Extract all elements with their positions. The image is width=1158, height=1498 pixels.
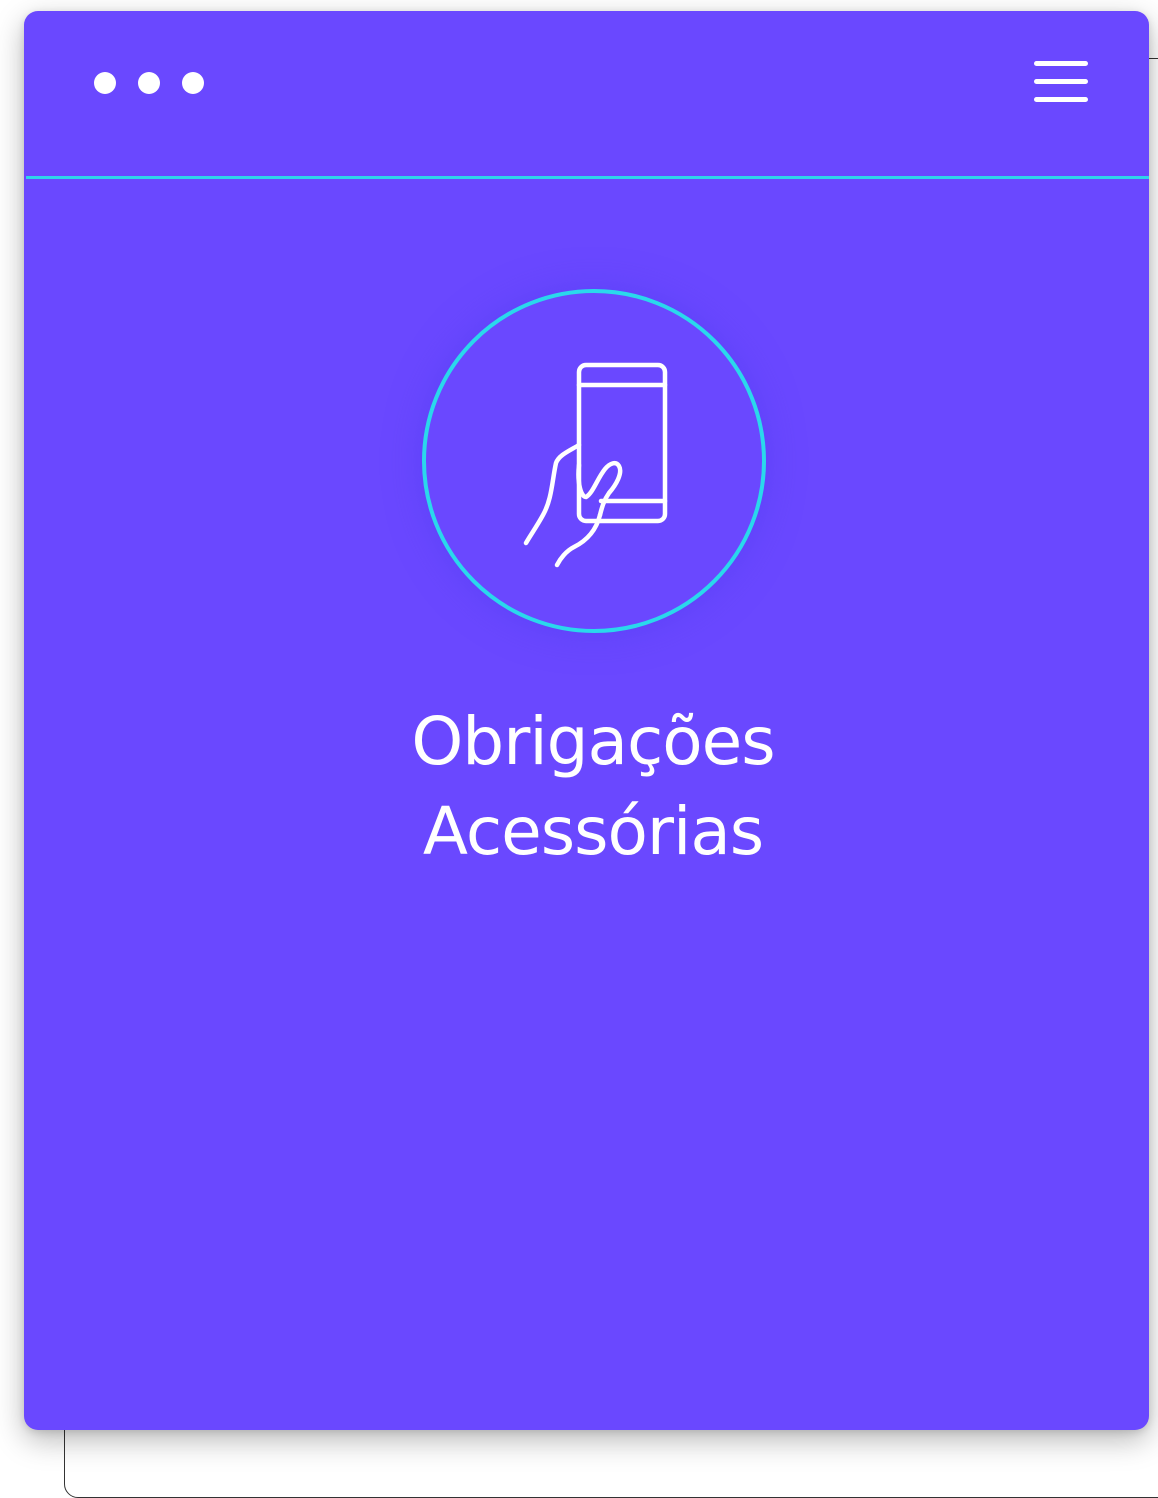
page-title: Obrigações Acessórias	[24, 697, 1149, 877]
hamburger-menu-icon	[1034, 61, 1088, 66]
title-line-1: Obrigações	[411, 703, 775, 780]
header-divider	[26, 176, 1149, 179]
window-dot	[138, 72, 160, 94]
menu-line	[1034, 97, 1088, 102]
feature-icon-circle	[422, 289, 766, 633]
menu-line	[1034, 79, 1088, 84]
hand-holding-phone-icon	[523, 362, 668, 568]
title-line-2: Acessórias	[422, 793, 764, 870]
more-dots-icon	[94, 72, 204, 94]
window-dot	[94, 72, 116, 94]
window-dot	[182, 72, 204, 94]
hamburger-menu-button[interactable]	[1030, 57, 1090, 107]
feature-card: Obrigações Acessórias	[24, 11, 1149, 1430]
